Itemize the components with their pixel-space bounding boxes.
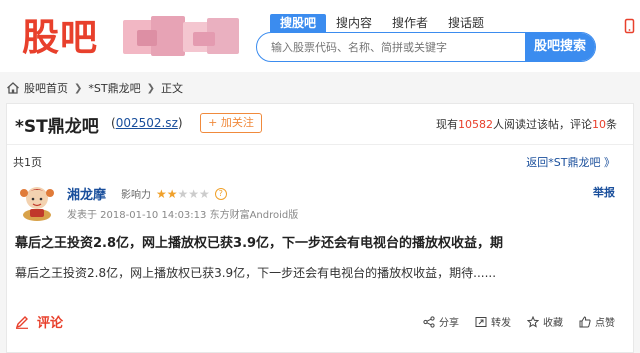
- stats-prefix: 现有: [436, 118, 458, 131]
- blurred-brand-image: [121, 14, 243, 60]
- pencil-icon: [15, 315, 28, 329]
- reader-count: 10582: [458, 118, 493, 131]
- share-icon: [423, 315, 435, 328]
- share-button[interactable]: 分享: [423, 314, 459, 329]
- stock-code: (002502.sz): [111, 116, 183, 130]
- breadcrumb: 股吧首页 ❯ *ST鼎龙吧 ❯ 正文: [6, 80, 183, 96]
- help-icon[interactable]: ?: [214, 187, 227, 200]
- post-body: 幕后之王投资2.8亿，网上播放权已获3.9亿，下一步还会有电视台的播放权收益，期…: [15, 266, 497, 280]
- home-icon: [7, 82, 19, 94]
- divider: [7, 144, 633, 145]
- share-label: 分享: [439, 318, 459, 329]
- post-title: 幕后之王投资2.8亿，网上播放权已获3.9亿，下一步还会有电视台的播放权收益，期: [15, 236, 504, 251]
- post-meta: 发表于 2018-01-10 14:03:13 东方财富Android版: [67, 210, 299, 221]
- post-card: *ST鼎龙吧 (002502.sz) + 加关注 现有10582人阅读过该帖，评…: [6, 103, 634, 353]
- author-name[interactable]: 湘龙摩: [67, 184, 106, 203]
- search-box: 股吧搜索: [256, 32, 596, 62]
- tab-search-topic[interactable]: 搜话题: [438, 14, 494, 32]
- influence-rating: 影响力 ★★★★★ ?: [121, 186, 227, 201]
- favorite-button[interactable]: 收藏: [527, 314, 563, 329]
- thumbs-up-icon: [579, 315, 591, 327]
- tab-search-guba[interactable]: 搜股吧: [270, 14, 327, 32]
- guba-logo[interactable]: 股吧: [22, 16, 98, 60]
- report-button[interactable]: 举报: [593, 184, 615, 200]
- influence-stars: ★★★★★: [156, 186, 210, 201]
- read-stats: 现有10582人阅读过该帖，评论10条: [436, 116, 617, 132]
- comment-label: 评论: [37, 316, 64, 331]
- search-tabs: 搜股吧 搜内容 搜作者 搜话题: [270, 14, 494, 32]
- site-header: 股吧 搜股吧 搜内容 搜作者 搜话题 股吧搜索: [0, 0, 640, 72]
- like-button[interactable]: 点赞: [579, 314, 615, 329]
- favorite-label: 收藏: [543, 318, 563, 329]
- tab-search-author[interactable]: 搜作者: [382, 14, 438, 32]
- influence-label: 影响力: [121, 190, 151, 201]
- avatar[interactable]: [15, 181, 59, 221]
- comment-count: 10: [592, 118, 606, 131]
- breadcrumb-bar[interactable]: *ST鼎龙吧: [88, 80, 140, 96]
- page-count: 共1页: [13, 156, 42, 169]
- like-label: 点赞: [595, 318, 615, 329]
- star-icon: [527, 315, 539, 328]
- breadcrumb-home[interactable]: 股吧首页: [24, 80, 68, 96]
- mobile-icon[interactable]: [624, 18, 640, 41]
- chevron-right-icon: ❯: [74, 82, 83, 94]
- breadcrumb-current: 正文: [160, 82, 183, 95]
- follow-button[interactable]: + 加关注: [200, 113, 262, 133]
- comment-button[interactable]: 评论: [15, 312, 63, 331]
- search-button[interactable]: 股吧搜索: [525, 33, 595, 61]
- stock-code-link[interactable]: 002502.sz: [116, 116, 178, 130]
- forward-button[interactable]: 转发: [475, 314, 511, 329]
- chevron-right-icon: ❯: [146, 82, 155, 94]
- tab-search-content[interactable]: 搜内容: [326, 14, 382, 32]
- search-input[interactable]: [271, 33, 521, 61]
- forward-icon: [475, 316, 487, 327]
- stats-suffix: 条: [606, 118, 617, 131]
- stats-middle: 人阅读过该帖，评论: [493, 118, 592, 131]
- bar-title[interactable]: *ST鼎龙吧: [15, 112, 99, 137]
- forward-label: 转发: [491, 318, 511, 329]
- post-actions: 分享 转发 收藏 点赞: [407, 314, 615, 329]
- back-to-bar-link[interactable]: 返回*ST鼎龙吧 》: [526, 154, 615, 170]
